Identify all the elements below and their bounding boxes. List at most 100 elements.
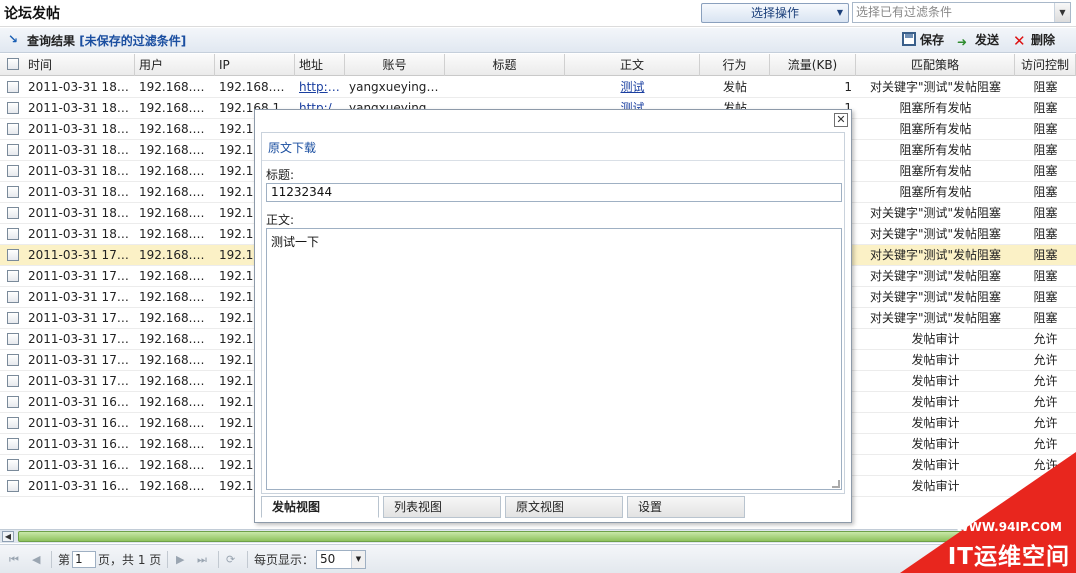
page-size-select[interactable]: 50 ▼	[316, 550, 366, 569]
cell-address[interactable]: http:/...	[299, 77, 341, 98]
result-label: 查询结果	[27, 34, 76, 48]
pager-divider	[218, 551, 219, 568]
result-heading: 查询结果 [未保存的过滤条件]	[27, 32, 186, 49]
cell-access-control: 阻塞	[1033, 227, 1058, 241]
row-checkbox[interactable]	[7, 459, 19, 471]
row-checkbox[interactable]	[7, 228, 19, 240]
column-header-body[interactable]: 正文	[565, 54, 700, 76]
tab-settings[interactable]: 设置	[627, 496, 745, 518]
first-page-icon[interactable]: ⏮	[9, 552, 19, 568]
resize-grip-icon[interactable]	[832, 480, 840, 488]
save-icon	[902, 32, 916, 46]
cell-time: 2011-03-31 16:...	[28, 479, 131, 493]
cell-subject	[449, 77, 561, 98]
cell-access-control: 阻塞	[1033, 80, 1058, 94]
prev-page-icon[interactable]: ◀	[32, 552, 40, 568]
scroll-left-icon[interactable]: ◀	[2, 531, 14, 542]
cell-access-control: 阻塞	[1033, 311, 1058, 325]
row-checkbox[interactable]	[7, 375, 19, 387]
row-checkbox[interactable]	[7, 249, 19, 261]
refresh-icon[interactable]: ⟳	[226, 552, 235, 568]
cell-policy: 对关键字"测试"发帖阻塞	[869, 269, 1002, 283]
row-checkbox[interactable]	[7, 333, 19, 345]
send-button[interactable]: ➜ 发送	[957, 31, 999, 49]
column-header-access-control[interactable]: 访问控制	[1015, 54, 1076, 76]
cell-access-control: 允许	[1033, 332, 1058, 346]
row-checkbox[interactable]	[7, 354, 19, 366]
chevron-down-icon[interactable]: ▼	[351, 551, 365, 568]
row-checkbox[interactable]	[7, 291, 19, 303]
cell-access-control: 阻塞	[1033, 185, 1058, 199]
row-checkbox[interactable]	[7, 186, 19, 198]
cell-policy: 阻塞所有发帖	[899, 122, 972, 136]
column-header-ip[interactable]: IP	[215, 54, 295, 76]
cell-user: 192.168.1...	[139, 458, 211, 472]
cell-access-control: 阻塞	[1033, 143, 1058, 157]
operation-select[interactable]: 选择操作 ▼	[701, 3, 849, 23]
cell-policy: 对关键字"测试"发帖阻塞	[869, 248, 1002, 262]
cell-policy: 阻塞所有发帖	[899, 185, 972, 199]
column-header-traffic[interactable]: 流量(KB)	[770, 54, 856, 76]
column-header-action[interactable]: 行为	[700, 54, 770, 76]
tab-list-view[interactable]: 列表视图	[383, 496, 501, 518]
pager-divider	[167, 551, 168, 568]
save-button[interactable]: 保存	[902, 31, 944, 49]
cell-access-control: 阻塞	[1033, 269, 1058, 283]
table-header: 时间 用户 IP 地址 账号 标题 正文 行为 流量(KB) 匹配策略 访问控制	[0, 54, 1076, 76]
row-checkbox[interactable]	[7, 165, 19, 177]
last-page-icon[interactable]: ⏭	[197, 552, 207, 568]
cell-access-control: 阻塞	[1033, 164, 1058, 178]
cell-time: 2011-03-31 17:...	[28, 290, 131, 304]
cell-user: 192.168.1...	[139, 80, 211, 94]
cell-user: 192.168.1...	[139, 374, 211, 388]
column-header-address[interactable]: 地址	[295, 54, 345, 76]
row-checkbox[interactable]	[7, 438, 19, 450]
next-page-icon[interactable]: ▶	[176, 552, 184, 568]
row-checkbox[interactable]	[7, 144, 19, 156]
scrollbar-thumb[interactable]	[18, 531, 1048, 542]
page-title: 论坛发帖	[4, 6, 60, 22]
cell-policy: 发帖审计	[911, 353, 960, 367]
close-icon[interactable]: ✕	[834, 113, 848, 127]
column-header-subject[interactable]: 标题	[445, 54, 565, 76]
cell-access-control: 阻塞	[1033, 248, 1058, 262]
page-number-input[interactable]: 1	[72, 551, 96, 568]
row-checkbox[interactable]	[7, 417, 19, 429]
cell-access-control: 阻塞	[1033, 122, 1058, 136]
cell-access-control: 阻塞	[1033, 290, 1058, 304]
cell-time: 2011-03-31 17:...	[28, 269, 131, 283]
row-checkbox[interactable]	[7, 270, 19, 282]
column-header-user[interactable]: 用户	[135, 54, 215, 76]
body-textarea[interactable]: 测试一下	[266, 228, 842, 490]
chevron-down-icon[interactable]: ▼	[1054, 3, 1070, 22]
cell-traffic: 1	[844, 80, 852, 94]
delete-button[interactable]: ✕ 删除	[1013, 31, 1055, 50]
tab-post-view[interactable]: 发帖视图	[261, 496, 379, 518]
cell-user: 192.168.1...	[139, 143, 211, 157]
cell-time: 2011-03-31 17:...	[28, 353, 131, 367]
subject-field[interactable]: 11232344	[266, 183, 842, 202]
arrow-down-right-icon: ↘	[8, 32, 19, 46]
filter-state: [未保存的过滤条件]	[79, 34, 187, 48]
saved-filter-select[interactable]: 选择已有过滤条件 ▼	[852, 2, 1071, 23]
select-all-checkbox[interactable]	[7, 58, 19, 70]
column-header-policy[interactable]: 匹配策略	[856, 54, 1015, 76]
cell-body[interactable]: 测试	[569, 77, 696, 98]
cell-time: 2011-03-31 18:...	[28, 185, 131, 199]
row-checkbox[interactable]	[7, 396, 19, 408]
original-download-link[interactable]: 原文下载	[268, 139, 316, 156]
cell-time: 2011-03-31 18:...	[28, 227, 131, 241]
table-row[interactable]: 2011-03-31 18:... 192.168.1... 192.168.1..…	[0, 77, 1076, 98]
row-checkbox[interactable]	[7, 207, 19, 219]
column-header-account[interactable]: 账号	[345, 54, 445, 76]
row-checkbox[interactable]	[7, 312, 19, 324]
page-size-value: 50	[320, 552, 336, 566]
row-checkbox[interactable]	[7, 480, 19, 492]
row-checkbox[interactable]	[7, 123, 19, 135]
row-checkbox[interactable]	[7, 81, 19, 93]
column-header-time[interactable]: 时间	[24, 54, 135, 76]
cell-policy: 对关键字"测试"发帖阻塞	[869, 311, 1002, 325]
page-prefix: 第	[58, 553, 71, 567]
tab-raw-view[interactable]: 原文视图	[505, 496, 623, 518]
row-checkbox[interactable]	[7, 102, 19, 114]
